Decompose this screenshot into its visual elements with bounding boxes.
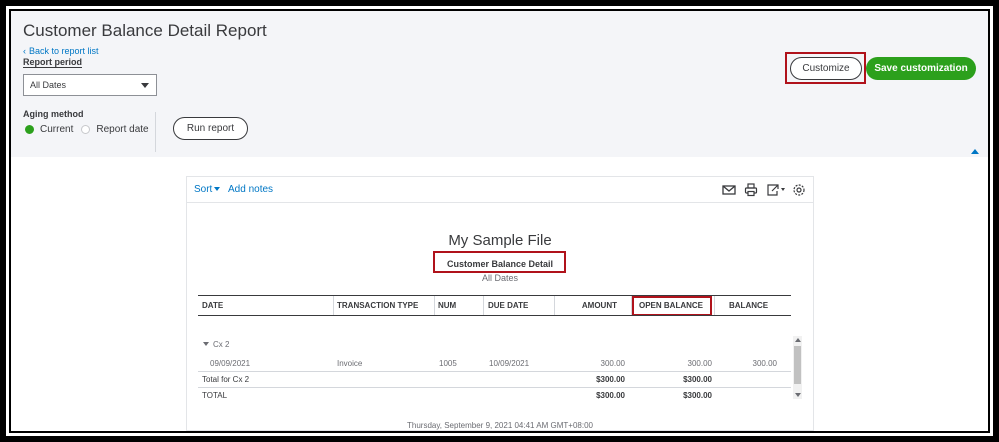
chevron-down-icon — [141, 83, 149, 88]
annotation-highlight-open-balance — [632, 296, 712, 316]
report-period-value: All Dates — [30, 80, 67, 90]
company-name: My Sample File — [448, 232, 552, 249]
group-total-amount: $300.00 — [596, 375, 625, 384]
total-label: TOTAL — [202, 391, 228, 400]
gear-icon[interactable] — [792, 183, 806, 197]
back-to-report-list-link[interactable]: ‹ Back to report list — [23, 46, 99, 56]
radio-report-date-label: Report date — [96, 124, 149, 135]
radio-current[interactable] — [25, 125, 34, 134]
group-total-open-balance: $300.00 — [683, 375, 712, 384]
radio-report-date[interactable] — [81, 125, 91, 134]
scroll-thumb[interactable] — [794, 346, 801, 384]
report-header-panel: Customer Balance Detail Report ‹ Back to … — [11, 11, 988, 157]
row-due-date: 10/09/2021 — [489, 359, 530, 368]
row-divider — [198, 387, 791, 388]
row-type[interactable]: Invoice — [337, 359, 362, 368]
col-balance[interactable]: BALANCE — [729, 301, 768, 310]
row-open-balance: 300.00 — [687, 359, 712, 368]
scroll-down-icon[interactable] — [795, 393, 801, 397]
annotation-highlight-report-name — [433, 251, 566, 273]
app-window: Customer Balance Detail Report ‹ Back to … — [11, 11, 988, 431]
scroll-up-icon[interactable] — [795, 338, 801, 342]
row-num: 1005 — [439, 359, 457, 368]
expand-group-icon[interactable] — [203, 342, 209, 346]
annotation-highlight-customize — [785, 52, 866, 84]
row-balance: 300.00 — [752, 359, 777, 368]
back-link-label: Back to report list — [29, 46, 99, 56]
report-card: Sort Add notes My Sample File Customer B… — [186, 176, 814, 431]
radio-current-label: Current — [40, 124, 74, 135]
column-divider — [483, 296, 484, 315]
divider — [155, 112, 156, 152]
row-divider — [198, 371, 791, 372]
column-divider — [554, 296, 555, 315]
report-toolbar: Sort Add notes — [187, 177, 813, 203]
row-date: 09/09/2021 — [210, 359, 251, 368]
export-icon[interactable] — [766, 183, 786, 197]
header-bottom-rule — [198, 315, 791, 316]
aging-method-radios: Current Report date — [25, 124, 157, 135]
column-divider — [714, 296, 715, 315]
sort-label: Sort — [194, 184, 213, 195]
report-period-label: Report period — [23, 57, 83, 68]
save-customization-button[interactable]: Save customization — [866, 57, 976, 80]
print-icon[interactable] — [744, 183, 758, 197]
col-transaction-type[interactable]: TRANSACTION TYPE — [337, 301, 418, 310]
sort-dropdown[interactable]: Sort — [194, 184, 221, 195]
chevron-down-icon — [214, 187, 221, 192]
page-title: Customer Balance Detail Report — [23, 21, 267, 40]
col-due-date[interactable]: DUE DATE — [488, 301, 528, 310]
column-divider — [434, 296, 435, 315]
report-date-range: All Dates — [481, 273, 518, 283]
col-date[interactable]: DATE — [202, 301, 223, 310]
col-amount[interactable]: AMOUNT — [579, 301, 617, 310]
col-num[interactable]: NUM — [438, 301, 456, 310]
collapse-caret-icon[interactable] — [971, 149, 979, 154]
report-period-select[interactable]: All Dates — [23, 74, 157, 96]
report-footer-timestamp: Thursday, September 9, 2021 04:41 AM GMT… — [407, 421, 593, 430]
total-open-balance: $300.00 — [683, 391, 712, 400]
group-total-label: Total for Cx 2 — [202, 375, 250, 384]
run-report-button[interactable]: Run report — [173, 117, 248, 140]
add-notes-link[interactable]: Add notes — [228, 184, 273, 195]
row-amount: 300.00 — [600, 359, 625, 368]
table-scrollbar[interactable] — [793, 336, 802, 399]
chevron-left-icon: ‹ — [23, 46, 26, 56]
aging-method-label: Aging method — [23, 109, 84, 119]
total-amount: $300.00 — [596, 391, 625, 400]
column-divider — [333, 296, 334, 315]
email-icon[interactable] — [722, 183, 736, 197]
group-name: Cx 2 — [213, 340, 230, 349]
